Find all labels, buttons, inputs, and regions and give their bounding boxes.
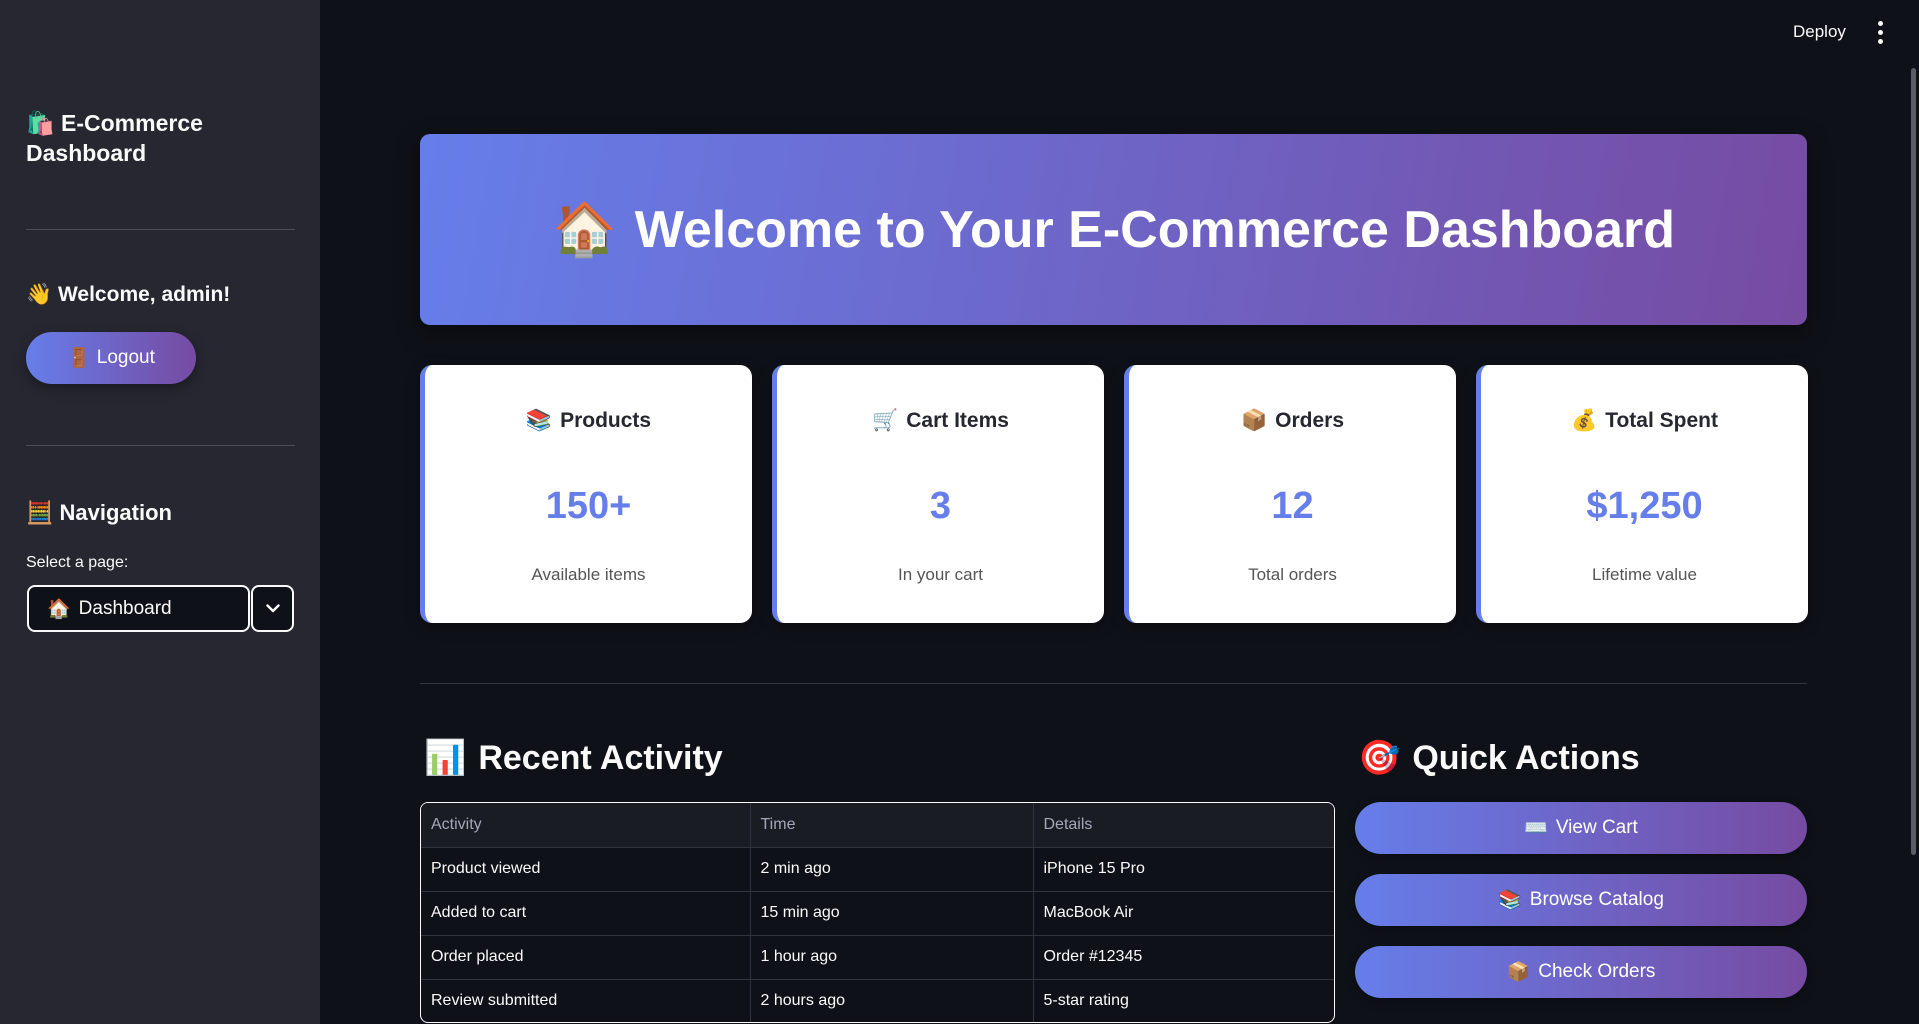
metric-card-products: 📚 Products 150+ Available items [420,365,752,623]
house-icon: 🏠 [551,201,617,259]
table-cell: Added to cart [421,891,751,936]
table-cell: 5-star rating [1043,992,1129,1010]
page-select-value: Dashboard [78,597,172,619]
more-vertical-icon[interactable] [1870,18,1890,46]
check-orders-label: Check Orders [1538,961,1656,982]
sidebar-divider [26,229,295,230]
metric-value: $1,250 [1586,485,1703,527]
navigation-title: 🧮 Navigation [26,500,172,525]
table-cell: Order #12345 [1033,935,1334,980]
metric-card-total-spent: 💰 Total Spent $1,250 Lifetime value [1476,365,1808,623]
section-divider [420,683,1807,684]
page-select-label: Select a page: [26,554,129,571]
metric-card-cart-items: 🛒 Cart Items 3 In your cart [772,365,1104,623]
welcome-banner: 🏠 Welcome to Your E-Commerce Dashboard [420,134,1807,325]
metric-title: Total Spent [1605,409,1718,432]
table-cell: Order placed [421,935,751,980]
activity-table[interactable]: Activity Time Details Product viewed 2 m… [420,802,1335,1023]
logout-button[interactable]: 🚪 Logout [26,332,196,384]
metric-value: 3 [929,485,952,527]
page-select-toggle[interactable] [251,585,294,632]
cart-icon: 🛒 [872,409,899,432]
browse-catalog-button[interactable]: 📚 Browse Catalog [1355,874,1807,926]
metric-title: Cart Items [906,409,1009,432]
metric-title: Products [560,409,652,432]
quick-actions-title: Quick Actions [1412,738,1640,777]
metric-value: 12 [1271,485,1314,527]
chevron-down-icon [265,604,280,613]
metric-card-orders: 📦 Orders 12 Total orders [1124,365,1456,623]
browse-catalog-label: Browse Catalog [1529,889,1664,910]
check-orders-button[interactable]: 📦 Check Orders [1355,946,1807,998]
metric-subtitle: Available items [531,565,646,584]
metric-card-header: 📚 Products [425,409,752,433]
table-cell: 15 min ago [750,891,1034,936]
table-header-row: Activity Time Details [421,803,1334,848]
table-cell: 2 hours ago [750,979,1034,1022]
metric-title: Orders [1275,409,1345,432]
table-cell: iPhone 15 Pro [1033,847,1334,892]
column-header[interactable]: Activity [421,803,751,848]
books-icon: 📚 [1498,890,1522,911]
table-cell: Review submitted [421,979,751,1022]
table-row[interactable]: Order placed 1 hour ago Order #12345 [421,935,1334,980]
target-icon: 🎯 [1358,739,1401,777]
column-header[interactable]: Time [750,803,1034,848]
metric-subtitle: Total orders [1248,565,1337,584]
view-cart-label: View Cart [1555,817,1638,838]
table-row[interactable]: Product viewed 2 min ago iPhone 15 Pro [421,847,1334,892]
recent-activity-title: Recent Activity [478,738,723,777]
table-cell: Product viewed [421,847,751,892]
sidebar: 🛍️ E-Commerce Dashboard 👋 Welcome, admin… [0,0,320,1024]
metric-value: 150+ [545,485,632,527]
books-icon: 📚 [525,409,553,432]
table-cell: 2 min ago [750,847,1034,892]
welcome-message: 👋 Welcome, admin! [26,283,231,306]
table-cell: 1 hour ago [750,935,1034,980]
sidebar-app-title: 🛍️ E-Commerce Dashboard [26,110,203,166]
metric-card-header: 🛒 Cart Items [777,409,1104,433]
table-cell: MacBook Air [1033,891,1334,936]
bar-chart-icon: 📊 [424,739,467,777]
money-bag-icon: 💰 [1571,409,1598,432]
column-header[interactable]: Details [1033,803,1334,848]
metric-subtitle: In your cart [897,565,984,584]
metric-subtitle: Lifetime value [1592,565,1697,584]
door-icon: 🚪 [67,348,91,369]
page-select[interactable]: 🏠 Dashboard [27,585,250,632]
app-root: 🛍️ E-Commerce Dashboard 👋 Welcome, admin… [0,0,1919,1024]
table-row[interactable]: Added to cart 15 min ago MacBook Air [421,891,1334,936]
view-cart-button[interactable]: ⌨️ View Cart [1355,802,1807,854]
recent-activity-heading: 📊 Recent Activity [424,738,723,778]
deploy-button[interactable]: Deploy [1783,18,1856,46]
quick-actions-heading: 🎯 Quick Actions [1358,738,1640,778]
package-icon: 📦 [1240,409,1268,432]
package-icon: 📦 [1506,962,1531,983]
page-title: Welcome to Your E-Commerce Dashboard [634,200,1675,259]
table-row[interactable]: Review submitted 2 hours ago 5-star rati… [421,979,1334,1022]
sidebar-divider [26,445,295,446]
home-icon: 🏠 [47,598,71,620]
keyboard-icon: ⌨️ [1524,818,1548,839]
scrollbar[interactable] [1911,68,1916,855]
metric-card-header: 💰 Total Spent [1481,409,1808,433]
metric-card-header: 📦 Orders [1129,409,1456,433]
logout-label: Logout [96,347,155,368]
